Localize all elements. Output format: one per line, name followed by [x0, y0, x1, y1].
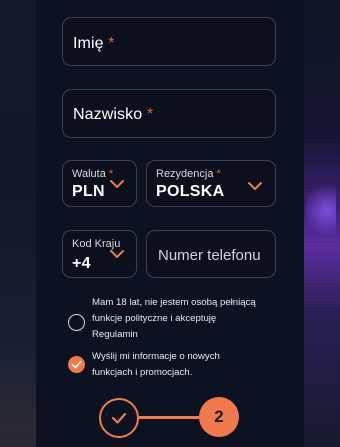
residence-value: POLSKA — [156, 183, 225, 200]
first-name-field[interactable]: Imię * — [62, 17, 276, 66]
marketing-checkbox[interactable] — [68, 356, 85, 373]
confirm-button[interactable] — [99, 398, 139, 438]
currency-label: Waluta * — [72, 168, 114, 180]
last-name-field[interactable]: Nazwisko * — [62, 89, 276, 138]
marketing-consent-text: Wyślij mi informacje o nowych funkcjach … — [92, 351, 220, 378]
background-left-banner — [0, 360, 36, 430]
first-name-label: Imię * — [73, 35, 115, 52]
background-right-glow — [306, 180, 336, 240]
check-icon — [111, 412, 127, 424]
chevron-down-icon — [110, 180, 124, 188]
chevron-down-icon — [110, 250, 124, 258]
check-icon — [71, 360, 82, 369]
residence-label: Rezydencja * — [156, 168, 221, 180]
country-code-value: +4 — [72, 255, 91, 272]
phone-number-field[interactable]: Numer telefonu — [146, 230, 276, 278]
residence-select[interactable]: Rezydencja * POLSKA — [146, 160, 276, 207]
currency-value: PLN — [72, 183, 105, 200]
required-mark: * — [108, 35, 115, 52]
phone-number-placeholder: Numer telefonu — [158, 247, 261, 264]
terms-checkbox[interactable] — [68, 314, 85, 331]
stepper-connector — [139, 416, 200, 419]
chevron-down-icon — [248, 182, 262, 190]
required-mark: * — [146, 106, 154, 123]
currency-select[interactable]: Waluta * PLN — [62, 160, 137, 207]
step-indicator: 2 — [199, 397, 239, 437]
terms-consent-text: Mam 18 lat, nie jestem osobą pełniącą fu… — [92, 297, 256, 340]
country-code-select[interactable]: Kod Kraju +4 — [62, 230, 137, 278]
last-name-label: Nazwisko * — [73, 106, 154, 123]
